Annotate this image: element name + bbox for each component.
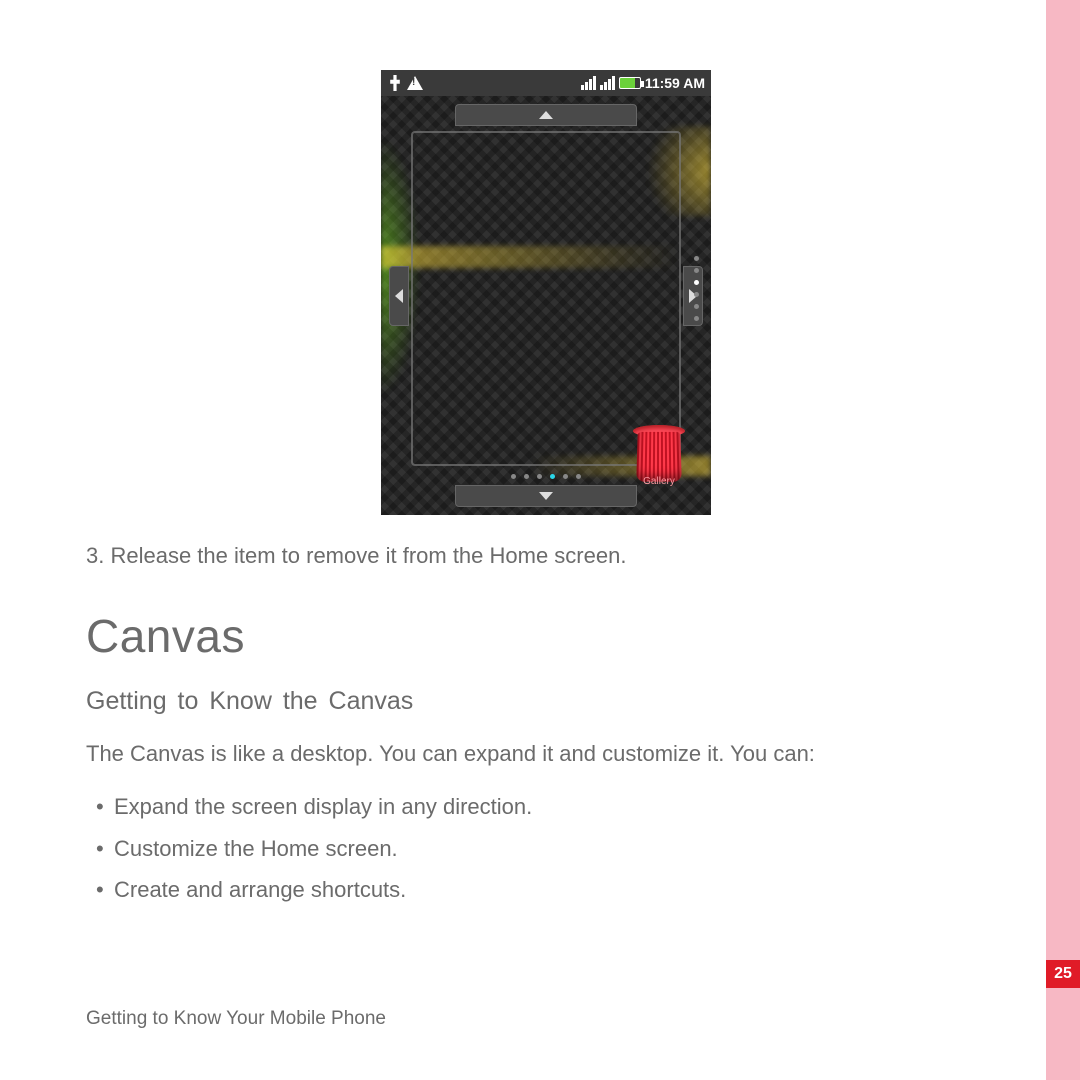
trash-drop-target[interactable]: Gallery <box>631 421 687 485</box>
battery-icon <box>619 77 641 89</box>
chevron-down-icon <box>539 492 553 500</box>
data-signal-icon <box>581 76 596 90</box>
instruction-step-3: 3. Release the item to remove it from th… <box>86 543 1006 569</box>
screenshot-wrap: 11:59 AM <box>86 70 1006 515</box>
intro-paragraph: The Canvas is like a desktop. You can ex… <box>86 738 1006 770</box>
canvas-frame <box>411 131 681 466</box>
manual-page: 25 11:59 AM <box>0 0 1080 1080</box>
feature-list: Expand the screen display in any directi… <box>86 786 1006 911</box>
scroll-up-tab[interactable] <box>455 104 637 126</box>
scroll-left-tab[interactable] <box>389 266 409 326</box>
list-item: Create and arrange shortcuts. <box>86 869 1006 911</box>
content-area: 11:59 AM <box>86 70 1006 911</box>
scroll-right-tab[interactable] <box>683 266 703 326</box>
chapter-footer: Getting to Know Your Mobile Phone <box>86 1008 386 1030</box>
scroll-down-tab[interactable] <box>455 485 637 507</box>
section-heading: Canvas <box>86 609 1006 663</box>
usb-icon <box>387 75 403 91</box>
status-time: 11:59 AM <box>645 75 705 91</box>
page-number-badge: 25 <box>1046 960 1080 988</box>
dragged-item-label: Gallery <box>631 476 687 487</box>
chevron-left-icon <box>395 289 403 303</box>
trash-icon <box>636 432 681 482</box>
list-item: Customize the Home screen. <box>86 828 1006 870</box>
status-right: 11:59 AM <box>581 75 705 91</box>
warning-icon <box>407 76 423 90</box>
home-canvas[interactable]: Gallery <box>381 96 711 515</box>
chevron-up-icon <box>539 111 553 119</box>
list-item: Expand the screen display in any directi… <box>86 786 1006 828</box>
status-bar: 11:59 AM <box>381 70 711 96</box>
cell-signal-icon <box>600 76 615 90</box>
phone-screenshot: 11:59 AM <box>381 70 711 515</box>
page-indicator-vertical <box>694 256 699 321</box>
subsection-heading: Getting to Know the Canvas <box>86 687 1006 716</box>
status-left <box>387 75 423 91</box>
side-stripe <box>1046 0 1080 1080</box>
